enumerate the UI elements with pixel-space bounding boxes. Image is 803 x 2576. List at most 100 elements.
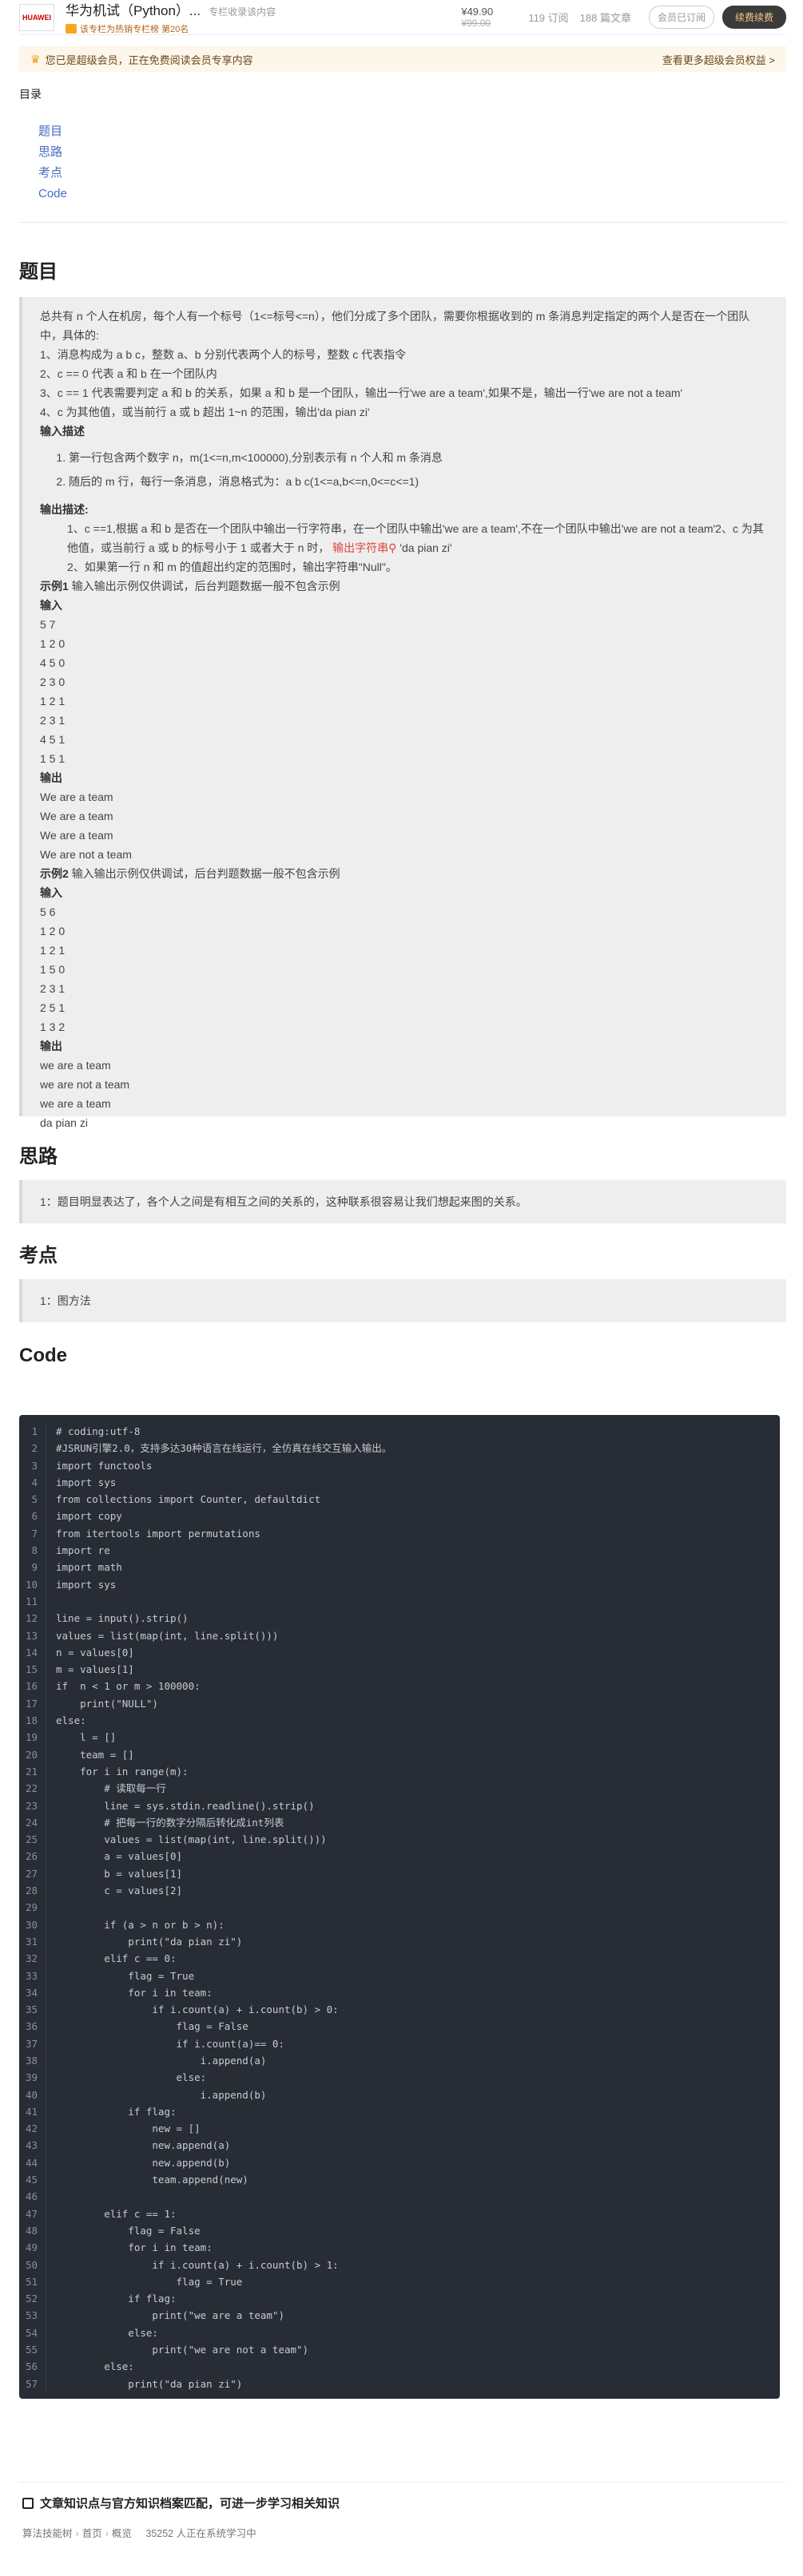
section-title-code: Code: [19, 1345, 67, 1366]
line-number: 55: [19, 2341, 46, 2359]
code-text: elif c == 1:: [56, 2207, 177, 2220]
code-text: new.append(b): [56, 2156, 231, 2169]
code-line: 7 from itertools import permutations: [19, 1524, 780, 1543]
code-text: for i in team:: [56, 1986, 213, 1999]
line-number: 26: [19, 1848, 46, 1865]
code-line: 17 print("NULL"): [19, 1694, 780, 1713]
code-text: if n < 1 or m > 100000:: [56, 1680, 201, 1693]
toc-item-idea[interactable]: 思路: [38, 142, 67, 163]
code-text: else:: [56, 1714, 86, 1727]
code-text: print("we are a team"): [56, 2309, 284, 2322]
code-line: 57 print("da pian zi"): [19, 2375, 780, 2392]
output-desc-text: 'da pian zi': [400, 541, 452, 554]
breadcrumb-item[interactable]: 概览: [112, 2528, 132, 2539]
example2-heading: 示例2 输入输出示例仅供调试，后台判题数据一般不包含示例: [40, 864, 769, 883]
code-line: 3 import functools: [19, 1456, 780, 1474]
line-number: 47: [19, 2205, 46, 2222]
toc-item-problem[interactable]: 题目: [38, 121, 67, 142]
column-info: 华为机试（Python）... 专栏收录该内容 该专栏为热销专栏榜 第20名: [66, 0, 461, 35]
code-line: 46: [19, 2188, 780, 2205]
line-number: 30: [19, 1916, 46, 1933]
line-number: 42: [19, 2120, 46, 2138]
rank-badge-text: 该专栏为热销专栏榜 第20名: [80, 25, 189, 34]
code-line: 42 new = []: [19, 2120, 780, 2138]
toc-item-code[interactable]: Code: [38, 184, 67, 204]
code-line: 49 for i in team:: [19, 2239, 780, 2257]
code-line: 53 print("we are a team"): [19, 2307, 780, 2324]
section-title-problem: 题目: [19, 261, 58, 283]
code-text: #JSRUN引擎2.0，支持多达30种语言在线运行，全仿真在线交互输入输出。: [56, 1442, 392, 1455]
column-card[interactable]: HUAWEI 华为机试（Python）... 专栏收录该内容 该专栏为热销专栏榜…: [19, 0, 786, 35]
crown-icon: ♛: [30, 52, 41, 65]
column-title[interactable]: 华为机试（Python）...: [66, 0, 201, 19]
line-number: 12: [19, 1610, 46, 1627]
code-line: 54 else:: [19, 2324, 780, 2342]
example2-input-line: 2 5 1: [40, 1001, 66, 1014]
code-text: import functools: [56, 1459, 153, 1472]
example2-input-line: 1 2 1: [40, 944, 66, 957]
line-number: 25: [19, 1831, 46, 1849]
input-desc-item: 第一行包含两个数字 n，m(1<=n,m<100000),分别表示有 n 个人和…: [69, 446, 769, 470]
code-line: 52 if flag:: [19, 2290, 780, 2308]
point-box: 1：图方法: [19, 1279, 786, 1322]
code-text: # 读取每一行: [56, 1782, 166, 1795]
code-text: team.append(new): [56, 2174, 248, 2186]
example2-input-line: 2 3 1: [40, 982, 66, 995]
subscribed-button[interactable]: 会员已订阅: [648, 6, 714, 29]
line-number: 20: [19, 1746, 46, 1763]
section-title-point: 考点: [19, 1245, 58, 1266]
code-text: flag = True: [56, 2275, 243, 2288]
code-line: 39 else:: [19, 2069, 780, 2087]
line-number: 4: [19, 1473, 46, 1492]
code-text: if i.count(a) + i.count(b) > 0:: [56, 2003, 339, 2016]
output-string-link[interactable]: 输出字符串: [332, 541, 388, 554]
line-number: 50: [19, 2256, 46, 2273]
line-number: 36: [19, 2018, 46, 2035]
line-number: 35: [19, 2001, 46, 2019]
knowledge-icon: [22, 2497, 34, 2509]
line-number: 40: [19, 2086, 46, 2103]
breadcrumb-item[interactable]: 算法技能树: [22, 2528, 73, 2539]
line-number: 10: [19, 1575, 46, 1593]
line-number: 15: [19, 1661, 46, 1678]
code-block[interactable]: 1 # coding:utf-8 2 #JSRUN引擎2.0，支持多达30种语言在线运…: [19, 1415, 780, 2399]
code-text: c = values[2]: [56, 1884, 183, 1897]
line-number: 27: [19, 1865, 46, 1883]
code-text: line = input().strip(): [56, 1612, 189, 1625]
example1-input-line: 4 5 0: [40, 656, 66, 669]
toc-item-point[interactable]: 考点: [38, 163, 67, 184]
vip-more-link[interactable]: 查看更多超级会员权益 >: [662, 52, 775, 67]
example2-output-line: we are a team: [40, 1059, 111, 1072]
line-number: 5: [19, 1491, 46, 1508]
code-text: values = list(map(int, line.split())): [56, 1833, 327, 1846]
example1-input-line: 1 5 1: [40, 752, 66, 765]
code-text: print("da pian zi"): [56, 1935, 243, 1948]
code-line: 6 import copy: [19, 1508, 780, 1525]
example2-output-line: we are a team: [40, 1097, 111, 1110]
line-number: 34: [19, 1984, 46, 2002]
section-title-idea: 思路: [19, 1146, 58, 1167]
line-number: 46: [19, 2188, 46, 2205]
line-number: 43: [19, 2137, 46, 2154]
breadcrumb-item[interactable]: 首页: [82, 2528, 102, 2539]
code-line: 33 flag = True: [19, 1967, 780, 1984]
example2-output-line: we are not a team: [40, 1078, 130, 1091]
code-text: for i in range(m):: [56, 1765, 189, 1777]
line-number: 31: [19, 1932, 46, 1951]
line-number: 56: [19, 2358, 46, 2376]
line-number: 19: [19, 1729, 46, 1746]
code-text: # coding:utf-8: [56, 1425, 141, 1437]
column-price: ¥49.90: [461, 6, 494, 18]
knowledge-breadcrumb: 算法技能树 › 首页 › 概览 35252 人正在系统学习中: [22, 2525, 256, 2540]
rank-badge-icon: [66, 24, 77, 34]
code-line: 43 new.append(a): [19, 2137, 780, 2154]
code-line: 4 import sys: [19, 1473, 780, 1492]
example1-output-line: We are not a team: [40, 848, 132, 861]
code-text: flag = True: [56, 1969, 195, 1982]
code-text: if flag:: [56, 2105, 177, 2118]
column-thumbnail[interactable]: HUAWEI: [19, 3, 54, 31]
line-number: 8: [19, 1542, 46, 1559]
toc-list: 题目 思路 考点 Code: [38, 121, 67, 204]
learner-count: 35252 人正在系统学习中: [145, 2528, 256, 2539]
renew-button[interactable]: 续费续费: [722, 6, 786, 29]
